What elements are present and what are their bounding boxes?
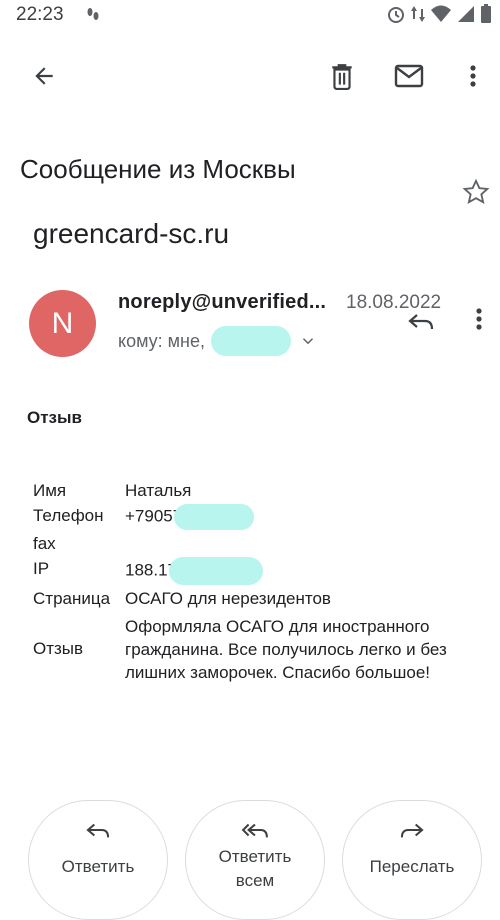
- reply-icon: [408, 314, 434, 330]
- field-key: fax: [33, 534, 56, 553]
- table-row: IP 188.17: [27, 556, 461, 586]
- more-vert-icon: [470, 65, 476, 87]
- signal-icon: [456, 4, 476, 29]
- footprints-icon: [84, 6, 102, 29]
- body-title: Отзыв: [27, 408, 82, 427]
- field-key: Отзыв: [33, 638, 84, 658]
- table-row: Страница ОСАГО для нерезидентов: [27, 586, 461, 611]
- battery-icon: [480, 4, 492, 29]
- star-icon: [462, 178, 490, 204]
- arrow-left-icon: [35, 67, 53, 85]
- table-row: Имя Наталья: [27, 478, 461, 503]
- more-vert-icon: [476, 308, 482, 330]
- reply-all-label: Ответить всем: [218, 847, 292, 890]
- redacted-phone: [174, 504, 255, 530]
- table-row: Телефон +79057: [27, 503, 461, 531]
- table-row: Отзыв Оформляла ОСАГО для иностранного г…: [27, 611, 461, 685]
- recipient-line[interactable]: кому: мне,: [118, 326, 317, 356]
- status-time: 22:23: [16, 4, 64, 25]
- mark-unread-button[interactable]: [388, 56, 430, 96]
- star-button[interactable]: [460, 176, 492, 208]
- field-value: ОСАГО для нерезидентов: [125, 589, 331, 608]
- status-icons: [386, 4, 492, 29]
- redacted-recipient: [211, 326, 291, 356]
- field-value: Наталья: [125, 481, 192, 500]
- reply-quick-button[interactable]: [404, 304, 438, 338]
- forward-button[interactable]: Переслать: [342, 800, 482, 920]
- email-subject: Сообщение из Москвы: [20, 154, 296, 184]
- wifi-icon: [430, 4, 452, 29]
- field-key: IP: [33, 559, 50, 578]
- back-button[interactable]: [24, 56, 64, 96]
- field-value: Оформляла ОСАГО для иностранного граждан…: [125, 617, 447, 682]
- field-value-cell: 188.17: [119, 556, 461, 586]
- field-value-cell: +79057: [119, 503, 461, 531]
- reply-all-icon: [241, 823, 268, 838]
- field-key: Телефон: [33, 506, 104, 525]
- reply-icon: [86, 823, 110, 838]
- field-key: Имя: [33, 481, 67, 500]
- more-options-button[interactable]: [458, 56, 488, 96]
- alarm-icon: [386, 4, 406, 29]
- message-more-button[interactable]: [466, 304, 492, 334]
- chevron-down-icon[interactable]: [299, 332, 317, 350]
- field-key: Страница: [33, 589, 111, 608]
- email-label[interactable]: greencard-sc.ru: [33, 218, 229, 250]
- details-table: Имя Наталья Телефон +79057 fax IP 188.17…: [27, 478, 461, 685]
- recipient-prefix: кому: мне,: [118, 330, 205, 351]
- trash-icon: [332, 64, 352, 90]
- status-bar: 22:23: [0, 0, 500, 30]
- forward-icon: [400, 823, 424, 838]
- reply-label: Ответить: [61, 857, 135, 876]
- avatar[interactable]: N: [29, 290, 96, 357]
- envelope-icon: [394, 64, 424, 88]
- sender-address[interactable]: noreply@unverified...: [118, 291, 326, 314]
- table-row: fax: [27, 531, 461, 556]
- field-value: [119, 531, 461, 556]
- delete-button[interactable]: [322, 56, 362, 96]
- forward-label: Переслать: [369, 857, 455, 876]
- redacted-ip: [169, 557, 263, 585]
- data-arrows-icon: [410, 4, 426, 29]
- reply-all-button[interactable]: Ответить всем: [185, 800, 325, 920]
- reply-button[interactable]: Ответить: [28, 800, 168, 920]
